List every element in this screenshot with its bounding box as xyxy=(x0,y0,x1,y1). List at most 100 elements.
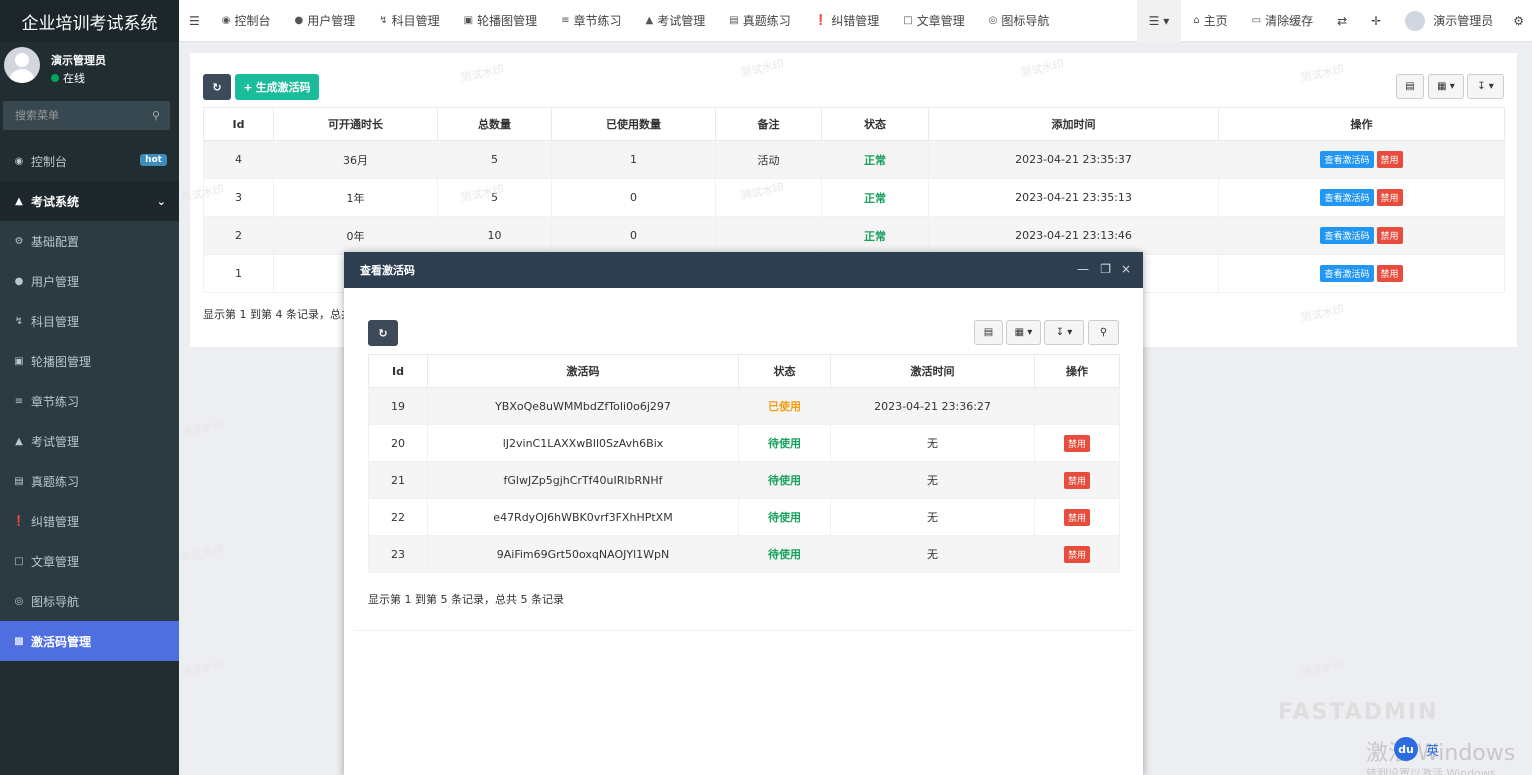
disable-button[interactable]: 禁用 xyxy=(1063,471,1090,489)
watermark: 测试水印 xyxy=(179,542,225,565)
settings-gears-icon[interactable]: ⚙ xyxy=(1505,0,1532,42)
col-duration[interactable]: 可开通时长 xyxy=(273,107,438,141)
cell-duration: 1年 xyxy=(273,178,438,217)
fastadmin-watermark-logo: FASTADMIN xyxy=(1278,700,1439,725)
generate-code-button[interactable]: + 生成激活码 xyxy=(235,74,319,100)
sidebar-item-base-config[interactable]: ⚙ 基础配置 xyxy=(0,221,179,261)
col-activation-time[interactable]: 激活时间 xyxy=(830,354,1035,388)
home-icon: ⌂ xyxy=(1193,15,1200,26)
modal-export-dropdown-button[interactable]: ↧ ▾ xyxy=(1044,320,1084,345)
sidebar-group-exam-system[interactable]: ▲ 考试系统 ⌄ xyxy=(0,181,179,221)
col-remark[interactable]: 备注 xyxy=(715,107,822,141)
more-menu-dropdown[interactable]: ☰ ▾ xyxy=(1136,0,1182,42)
col-id[interactable]: Id xyxy=(203,107,274,141)
search-icon[interactable]: ⚲ xyxy=(152,101,160,130)
tab-past-papers[interactable]: ▤ 真题练习 xyxy=(717,0,802,42)
table-row[interactable]: 3 1年 5 0 正常 2023-04-21 23:35:13 查看激活码 禁用 xyxy=(203,178,1505,217)
table-row[interactable]: 19 YBXoQe8uWMMbdZfToIi0o6j297 已使用 2023-0… xyxy=(368,387,1120,425)
sidebar-item-corrections[interactable]: ❗ 纠错管理 xyxy=(0,501,179,541)
view-codes-button[interactable]: 查看激活码 xyxy=(1320,151,1374,168)
translate-icon[interactable]: ⇄ xyxy=(1325,0,1359,42)
exclamation-circle-icon: ❗ xyxy=(814,15,828,26)
graduation-cap-icon: ▲ xyxy=(645,15,654,26)
table-row[interactable]: 23 9AiFim69Grt50oxqNAOJYl1WpN 待使用 无 禁用 xyxy=(368,535,1120,573)
toggle-view-button[interactable]: ▤ xyxy=(1396,74,1424,99)
col-time[interactable]: 添加时间 xyxy=(928,107,1219,141)
disable-button[interactable]: 禁用 xyxy=(1063,434,1090,452)
tab-chapter-practice[interactable]: ≡ 章节练习 xyxy=(549,0,633,42)
modal-columns-dropdown-button[interactable]: ▦ ▾ xyxy=(1006,320,1041,345)
cell-time: 2023-04-21 23:36:27 xyxy=(830,387,1035,425)
admin-menu[interactable]: 演示管理员 xyxy=(1393,0,1505,42)
disable-button[interactable]: 禁用 xyxy=(1376,227,1403,244)
col-total[interactable]: 总数量 xyxy=(437,107,552,141)
list-view-icon: ▤ xyxy=(1405,81,1415,92)
tab-users[interactable]: ● 用户管理 xyxy=(283,0,368,42)
ime-toolbar[interactable]: du 英 xyxy=(1394,736,1532,762)
cell-id: 21 xyxy=(368,461,428,499)
close-icon[interactable]: × xyxy=(1121,262,1131,276)
table-row[interactable]: 22 e47RdyOJ6hWBK0vrf3FXhHPtXM 待使用 无 禁用 xyxy=(368,498,1120,536)
table-row[interactable]: 21 fGlwJZp5gjhCrTf40uIRlbRNHf 待使用 无 禁用 xyxy=(368,461,1120,499)
columns-dropdown-button[interactable]: ▦ ▾ xyxy=(1428,74,1464,99)
tab-label: 用户管理 xyxy=(307,14,356,28)
table-header-row: Id 可开通时长 总数量 已使用数量 备注 状态 添加时间 操作 xyxy=(203,107,1505,141)
tab-icon-nav[interactable]: ◎ 图标导航 xyxy=(977,0,1062,42)
col-used[interactable]: 已使用数量 xyxy=(551,107,716,141)
table-row[interactable]: 4 36月 5 1 活动 正常 2023-04-21 23:35:37 查看激活… xyxy=(203,140,1505,179)
cell-status: 待使用 xyxy=(738,424,831,462)
col-id[interactable]: Id xyxy=(368,354,428,388)
sidebar-item-articles[interactable]: □ 文章管理 xyxy=(0,541,179,581)
view-codes-button[interactable]: 查看激活码 xyxy=(1320,265,1374,282)
disable-button[interactable]: 禁用 xyxy=(1376,265,1403,282)
disable-button[interactable]: 禁用 xyxy=(1376,151,1403,168)
sidebar-item-chapter-practice[interactable]: ≡ 章节练习 xyxy=(0,381,179,421)
modal-toggle-view-button[interactable]: ▤ xyxy=(974,320,1003,345)
tab-articles[interactable]: □ 文章管理 xyxy=(891,0,976,42)
sidebar-item-exams[interactable]: ▲ 考试管理 xyxy=(0,421,179,461)
maximize-icon[interactable]: ❐ xyxy=(1100,262,1111,276)
disable-button[interactable]: 禁用 xyxy=(1063,508,1090,526)
minimize-icon[interactable]: — xyxy=(1077,262,1089,276)
table-row[interactable]: 2 0年 10 0 正常 2023-04-21 23:13:46 查看激活码 禁用 xyxy=(203,216,1505,255)
tab-label: 科目管理 xyxy=(391,14,440,28)
sidebar-toggle-icon[interactable]: ☰ xyxy=(179,0,210,42)
disable-button[interactable]: 禁用 xyxy=(1376,189,1403,206)
tab-label: 章节练习 xyxy=(573,14,622,28)
modal-search-button[interactable]: ⚲ xyxy=(1088,320,1119,345)
ime-language-label[interactable]: 英 xyxy=(1426,740,1439,759)
home-link[interactable]: ⌂ 主页 xyxy=(1181,0,1239,42)
tab-dashboard[interactable]: ◉ 控制台 xyxy=(210,0,283,42)
export-dropdown-button[interactable]: ↧ ▾ xyxy=(1467,74,1504,99)
tab-corrections[interactable]: ❗ 纠错管理 xyxy=(803,0,891,42)
sidebar-item-subjects[interactable]: ↯ 科目管理 xyxy=(0,301,179,341)
col-status[interactable]: 状态 xyxy=(821,107,929,141)
sidebar-item-activation-codes[interactable]: ▩ 激活码管理 xyxy=(0,621,179,661)
tab-exams[interactable]: ▲ 考试管理 xyxy=(634,0,718,42)
compass-icon: ◎ xyxy=(14,595,24,607)
sidebar-item-icon-nav[interactable]: ◎ 图标导航 xyxy=(0,581,179,621)
sidebar-item-carousel[interactable]: ▣ 轮播图管理 xyxy=(0,341,179,381)
view-codes-button[interactable]: 查看激活码 xyxy=(1320,189,1374,206)
menu-search-input[interactable]: 搜索菜单 ⚲ xyxy=(3,101,170,130)
online-dot-icon xyxy=(51,74,59,82)
sidebar-item-label: 真题练习 xyxy=(31,474,80,489)
app-logo[interactable]: 企业培训考试系统 xyxy=(0,0,179,42)
baidu-ime-icon[interactable]: du xyxy=(1394,737,1418,761)
col-code[interactable]: 激活码 xyxy=(427,354,739,388)
clear-cache-button[interactable]: ▭ 清除缓存 xyxy=(1240,0,1325,42)
modal-refresh-button[interactable]: ↻ xyxy=(368,320,398,346)
tab-carousel[interactable]: ▣ 轮播图管理 xyxy=(452,0,549,42)
cell-time: 2023-04-21 23:35:37 xyxy=(928,140,1219,179)
view-codes-button[interactable]: 查看激活码 xyxy=(1320,227,1374,244)
fullscreen-icon[interactable]: ✛ xyxy=(1359,0,1393,42)
sidebar-item-users[interactable]: ● 用户管理 xyxy=(0,261,179,301)
sidebar-item-past-papers[interactable]: ▤ 真题练习 xyxy=(0,461,179,501)
col-status[interactable]: 状态 xyxy=(738,354,831,388)
cell-remark: 活动 xyxy=(715,140,822,179)
sidebar-item-dashboard[interactable]: ◉ 控制台 hot xyxy=(0,141,179,181)
tab-subjects[interactable]: ↯ 科目管理 xyxy=(367,0,451,42)
disable-button[interactable]: 禁用 xyxy=(1063,545,1090,563)
refresh-button[interactable]: ↻ xyxy=(203,74,231,100)
table-row[interactable]: 20 lJ2vinC1LAXXwBIl0SzAvh6Bix 待使用 无 禁用 xyxy=(368,424,1120,462)
